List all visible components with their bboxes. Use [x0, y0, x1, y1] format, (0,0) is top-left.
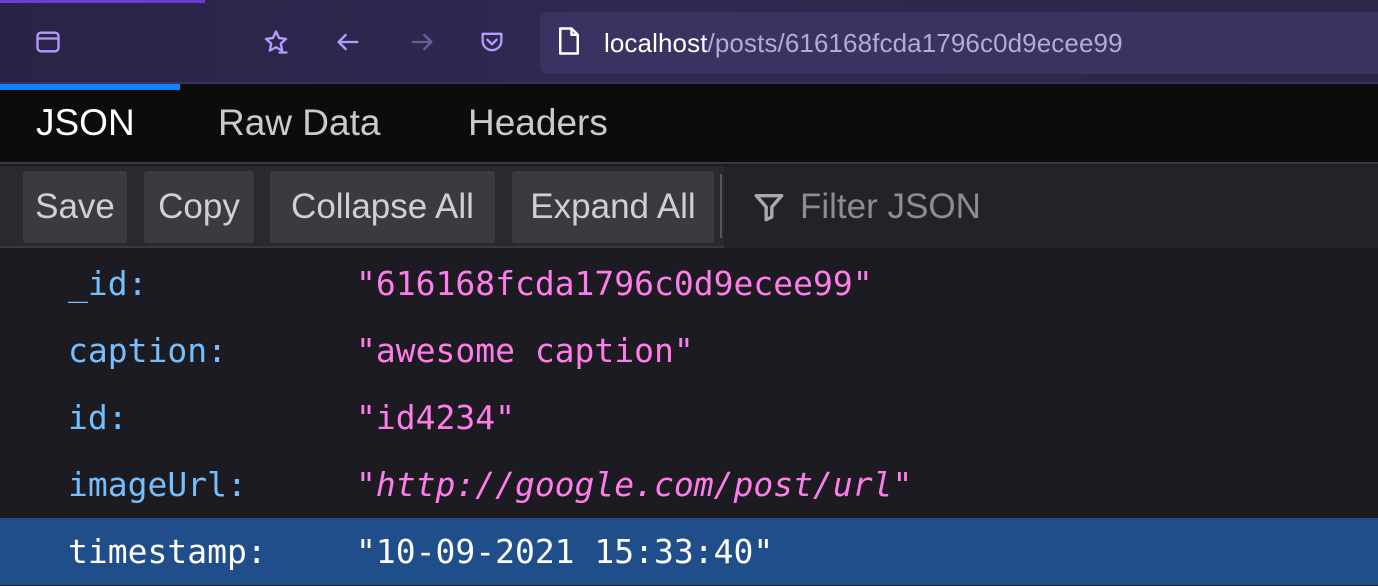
json-row-id[interactable]: _id: "616168fcda1796c0d9ecee99": [0, 250, 1378, 317]
json-value: "616168fcda1796c0d9ecee99": [356, 264, 873, 303]
viewer-tabs: JSON Raw Data Headers: [0, 84, 1378, 164]
forward-arrow-icon[interactable]: [404, 24, 440, 60]
json-value: "awesome caption": [356, 331, 694, 370]
page-icon: [556, 26, 582, 60]
json-key: _id:: [68, 264, 148, 303]
sidebar-icon[interactable]: [30, 24, 66, 60]
json-key: id:: [68, 398, 128, 437]
pocket-icon[interactable]: [474, 24, 510, 60]
url-path: /posts/616168fcda1796c0d9ecee99: [707, 27, 1123, 58]
tab-raw-data[interactable]: Raw Data: [218, 102, 380, 144]
json-value: "id4234": [356, 398, 515, 437]
json-value: "http://google.com/post/url": [356, 465, 913, 504]
collapse-all-button[interactable]: Collapse All: [270, 171, 495, 243]
url-text: localhost/posts/616168fcda1796c0d9ecee99: [604, 28, 1123, 59]
filter-box: [724, 166, 1378, 248]
tab-json[interactable]: JSON: [36, 102, 135, 144]
copy-button[interactable]: Copy: [144, 171, 254, 243]
json-key: imageUrl:: [68, 465, 247, 504]
filter-input[interactable]: [800, 187, 1360, 227]
json-key: timestamp:: [68, 532, 267, 571]
save-button[interactable]: Save: [23, 171, 127, 243]
tab-headers[interactable]: Headers: [468, 102, 608, 144]
toolbar-divider: [720, 174, 722, 238]
url-bar[interactable]: localhost/posts/616168fcda1796c0d9ecee99: [540, 12, 1378, 74]
back-arrow-icon[interactable]: [330, 24, 366, 60]
tab-accent: [0, 0, 205, 3]
active-tab-indicator: [0, 84, 180, 90]
json-row-imageurl[interactable]: imageUrl: "http://google.com/post/url": [0, 451, 1378, 518]
json-tree: _id: "616168fcda1796c0d9ecee99" caption:…: [0, 250, 1378, 585]
json-row-caption[interactable]: caption: "awesome caption": [0, 317, 1378, 384]
url-host: localhost: [604, 27, 708, 58]
star-icon[interactable]: [258, 24, 294, 60]
json-key: caption:: [68, 331, 227, 370]
json-value-link[interactable]: http://google.com/post/url: [376, 465, 893, 504]
json-row-id2[interactable]: id: "id4234": [0, 384, 1378, 451]
json-row-timestamp[interactable]: timestamp: "10-09-2021 15:33:40": [0, 518, 1378, 585]
json-value: "10-09-2021 15:33:40": [356, 532, 774, 571]
json-toolbar: Save Copy Collapse All Expand All: [0, 166, 1378, 248]
expand-all-button[interactable]: Expand All: [512, 171, 714, 243]
filter-icon: [754, 193, 784, 222]
browser-toolbar: localhost/posts/616168fcda1796c0d9ecee99: [0, 0, 1378, 84]
